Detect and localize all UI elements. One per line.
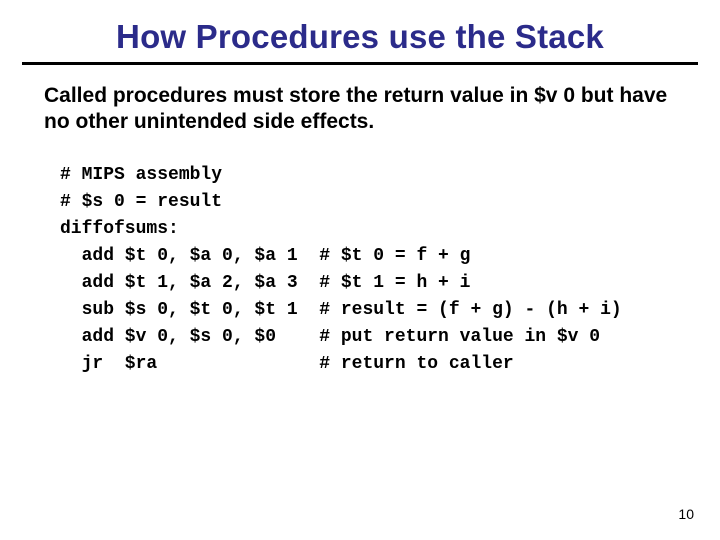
- code-block: # MIPS assembly # $s 0 = result diffofsu…: [60, 162, 676, 378]
- slide: How Procedures use the Stack Called proc…: [0, 0, 720, 540]
- slide-title: How Procedures use the Stack: [0, 0, 720, 62]
- title-rule: [22, 62, 698, 65]
- page-number: 10: [678, 506, 694, 522]
- body-paragraph: Called procedures must store the return …: [44, 83, 676, 136]
